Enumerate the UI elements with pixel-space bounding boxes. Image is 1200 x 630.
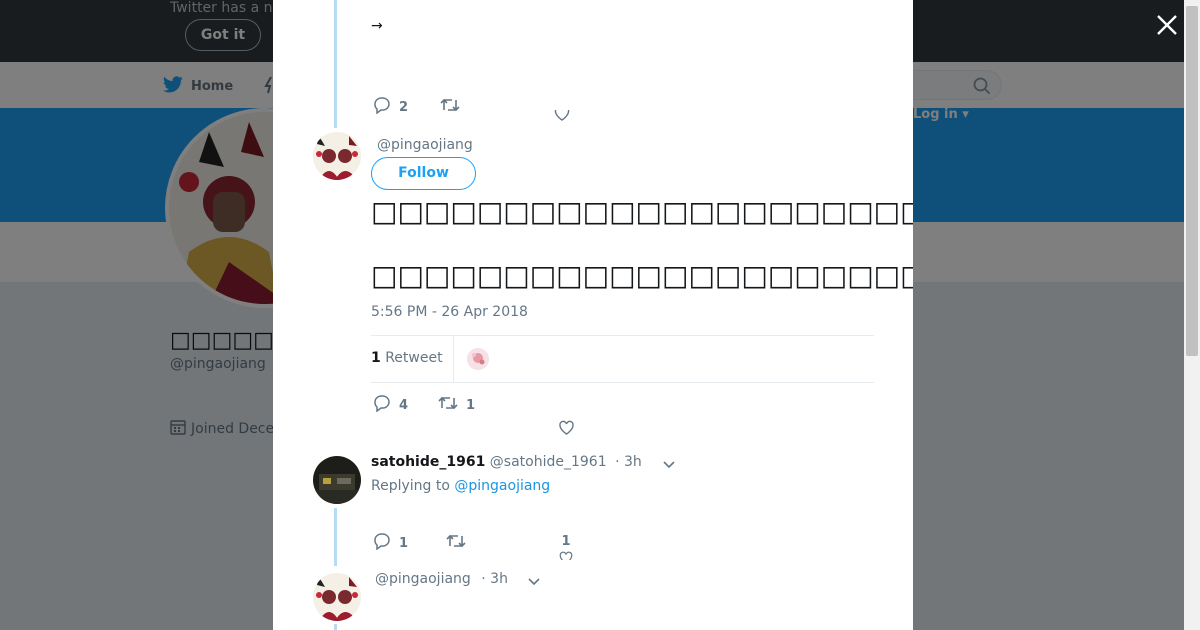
reply1-header: satohide_1961 @satohide_1961 · 3h xyxy=(371,454,642,470)
reply2-handle[interactable]: @pingaojiang xyxy=(375,571,471,587)
reply1-like-count: 1 xyxy=(561,534,571,549)
main-tweet-text-line2: □□□□□□□□□□□□□□□□□□□□□□□□□□□□□□□□□□□□□ xyxy=(371,259,913,292)
reply-button[interactable]: 2 xyxy=(373,96,408,118)
close-icon[interactable] xyxy=(1154,12,1180,38)
chevron-down-icon[interactable] xyxy=(662,456,676,475)
reply-icon xyxy=(373,532,391,554)
main-tweet-text-line1: □□□□□□□□□□□□□□□□□□□□□□ xyxy=(371,195,913,228)
reply1-reply-button[interactable]: 1 xyxy=(373,532,408,554)
reply1-like-button[interactable]: 1 xyxy=(559,534,573,560)
replying-prefix: Replying to xyxy=(371,478,450,494)
main-reply-count: 4 xyxy=(399,397,409,413)
heart-icon xyxy=(559,550,573,560)
follow-button[interactable]: Follow xyxy=(371,157,476,190)
reply1-time[interactable]: · 3h xyxy=(615,454,642,470)
main-tweet-actions: 4 1 xyxy=(373,394,475,416)
reply1-name[interactable]: satohide_1961 xyxy=(371,454,485,470)
heart-icon xyxy=(558,420,575,440)
reply-icon xyxy=(373,394,391,416)
thread-line-reply2 xyxy=(334,624,337,630)
replying-to-link[interactable]: @pingaojiang xyxy=(454,478,550,494)
tweet-timestamp[interactable]: 5:56 PM - 26 Apr 2018 xyxy=(371,304,528,320)
main-reply-button[interactable]: 4 xyxy=(373,394,408,416)
stats-divider xyxy=(453,336,454,382)
scrollbar-thumb[interactable] xyxy=(1186,6,1198,356)
reply1-avatar[interactable] xyxy=(313,456,361,504)
main-tweet-avatar[interactable] xyxy=(313,132,361,180)
tweet-modal: → 2 @pingaojiang Follow □□□□□□□□□□□□□□□□… xyxy=(273,0,913,630)
thread-line-reply1 xyxy=(334,508,337,566)
reply1-reply-count: 1 xyxy=(399,535,409,551)
reply1-handle[interactable]: @satohide_1961 xyxy=(490,454,607,470)
reply-count: 2 xyxy=(399,99,409,115)
heart-icon xyxy=(554,110,570,122)
main-retweet-count: 1 xyxy=(466,397,476,413)
tweet-actions-top: 2 xyxy=(373,92,578,122)
reply2-header: @pingaojiang · 3h xyxy=(375,571,508,587)
retweet-icon xyxy=(438,395,458,415)
retweet-icon xyxy=(440,97,460,117)
reply1-retweet-button[interactable] xyxy=(446,533,474,553)
like-button[interactable] xyxy=(554,110,578,122)
main-retweet-button[interactable]: 1 xyxy=(438,395,475,415)
retweet-stat[interactable]: 1 Retweet xyxy=(371,350,443,366)
retweet-button[interactable] xyxy=(440,97,468,117)
retweeter-avatar[interactable] xyxy=(467,348,489,370)
replying-to: Replying to @pingaojiang xyxy=(371,478,550,494)
retweet-icon xyxy=(446,533,466,553)
reply-icon xyxy=(373,96,391,118)
tweet-text-fragment: → xyxy=(371,18,383,34)
retweet-stat-label: Retweet xyxy=(385,350,443,366)
reply2-avatar[interactable] xyxy=(313,573,361,621)
chevron-down-icon[interactable] xyxy=(527,573,541,592)
reply2-time[interactable]: · 3h xyxy=(481,571,508,587)
thread-line-top xyxy=(334,0,337,128)
retweet-stat-count: 1 xyxy=(371,350,381,366)
main-like-button[interactable] xyxy=(558,420,583,440)
main-tweet-handle[interactable]: @pingaojiang xyxy=(377,137,473,153)
tweet-stats: 1 Retweet xyxy=(371,335,874,383)
reply1-actions: 1 xyxy=(373,532,474,554)
